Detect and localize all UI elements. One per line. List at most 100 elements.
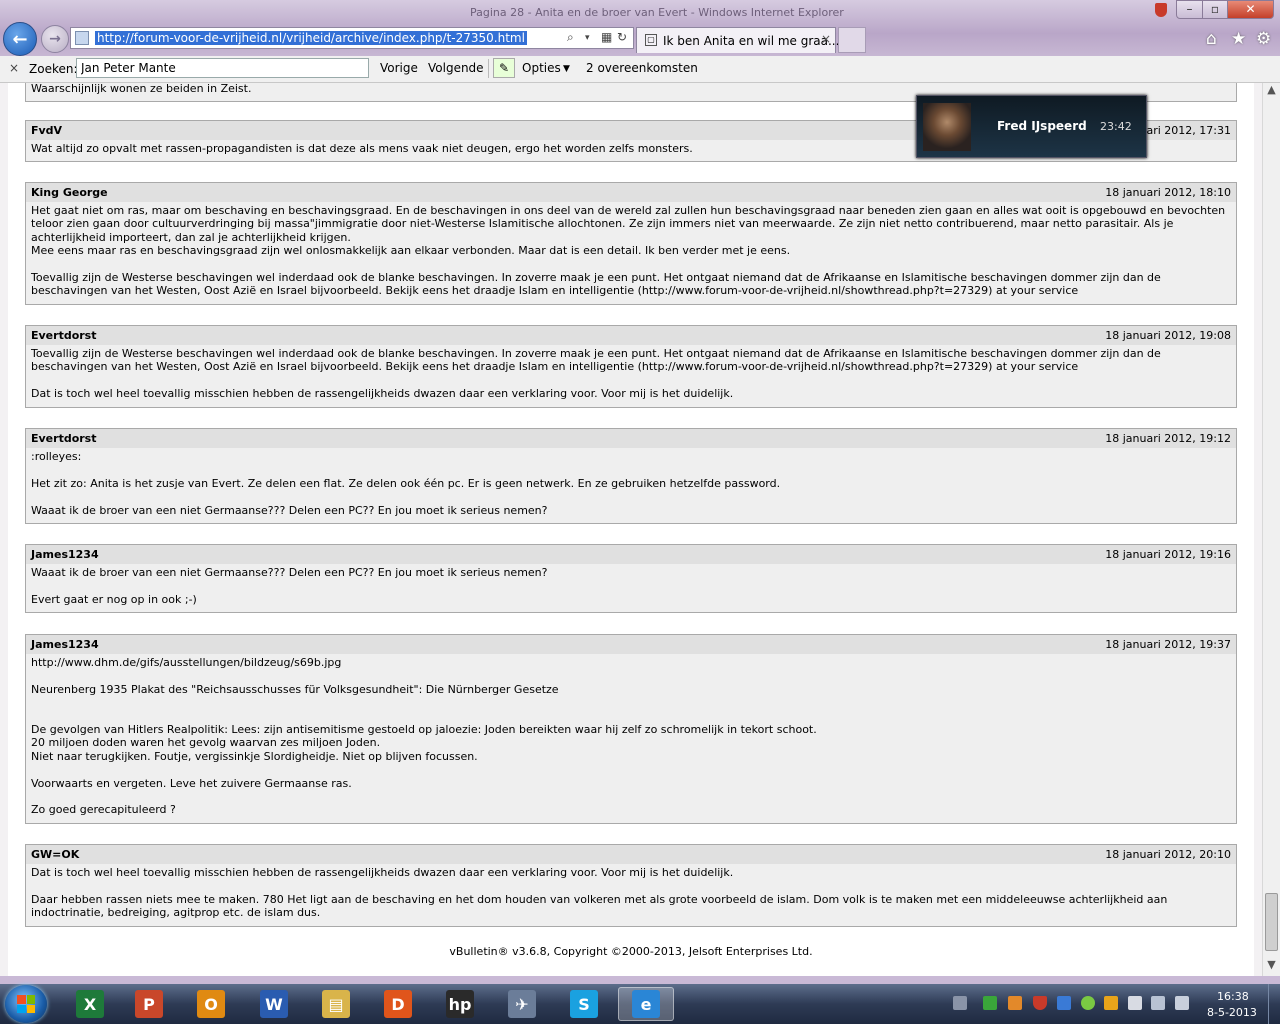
gear-icon[interactable]: ⚙: [1256, 29, 1271, 49]
tab-favicon-icon: ▢: [645, 34, 657, 46]
archive-page: Waarschijnlijk wonen ze beiden in Zeist.…: [8, 83, 1254, 976]
arrow-left-icon: ←: [12, 28, 28, 50]
favorites-star-icon[interactable]: ★: [1231, 29, 1246, 49]
tab-close-icon[interactable]: ×: [821, 32, 831, 46]
post-text-line: De gevolgen van Hitlers Realpolitik: Lee…: [31, 722, 817, 736]
taskbar-app-excel[interactable]: X: [62, 987, 118, 1021]
post-text-line: indoctrinatie, bedreiging, agitprop etc.…: [31, 906, 321, 920]
skype-notification[interactable]: Fred IJspeerd 23:42: [916, 95, 1147, 158]
minimize-button[interactable]: –: [1176, 0, 1203, 19]
windows-logo-icon: [17, 995, 35, 1013]
back-button[interactable]: ←: [3, 22, 37, 56]
tray-app-icon[interactable]: [1008, 996, 1022, 1010]
clock-date[interactable]: 8-5-2013: [1207, 1006, 1257, 1019]
post-date: 18 januari 2012, 19:08: [1105, 329, 1231, 342]
post-header: Evertdorst 18 januari 2012, 19:12: [26, 429, 1236, 448]
notification-time: 23:42: [1100, 120, 1132, 133]
forum-post: King George 18 januari 2012, 18:10 Het gaa…: [25, 182, 1237, 305]
find-next-button[interactable]: Volgende: [428, 61, 484, 75]
post-text-line: Waaat ik de broer van een niet Germaanse…: [31, 503, 548, 517]
taskbar-app-outlook[interactable]: O: [183, 987, 239, 1021]
post-text: Waarschijnlijk wonen ze beiden in Zeist.: [31, 83, 252, 95]
scroll-up-icon[interactable]: ▲: [1263, 83, 1280, 101]
taskbar-app-network[interactable]: ✈: [494, 987, 550, 1021]
post-text-line: teloor zien gaan door cultuurverdringing…: [31, 217, 1174, 231]
compatibility-icon[interactable]: ▦: [601, 30, 612, 44]
post-text-line: Toevallig zijn de Westerse beschavingen …: [31, 347, 1161, 360]
post-body: Waaat ik de broer van een niet Germaanse…: [26, 564, 1236, 612]
post-text-line: achterlijkheid importeert, dan zal je ac…: [31, 230, 351, 244]
flag-icon[interactable]: [1128, 996, 1142, 1010]
footer-copyright: vBulletin® v3.6.8, Copyright ©2000-2013,…: [449, 945, 813, 958]
search-icon[interactable]: ⌕: [567, 30, 574, 45]
keyboard-icon[interactable]: [953, 996, 967, 1010]
find-input[interactable]: [76, 58, 369, 78]
forward-button[interactable]: →: [41, 25, 69, 53]
post-text-line: Het gaat niet om ras, maar om beschaving…: [31, 204, 1226, 217]
show-desktop-button[interactable]: [1268, 984, 1280, 1024]
post-text-line: :rolleyes:: [31, 450, 82, 463]
taskbar-app-d-app[interactable]: D: [370, 987, 426, 1021]
post-author: Evertdorst: [31, 432, 97, 445]
find-options-button[interactable]: Opties: [522, 61, 561, 75]
post-text-line: Niet naar terugkijken. Foutje, vergissin…: [31, 749, 478, 763]
taskbar-app-powerpoint[interactable]: P: [121, 987, 177, 1021]
scroll-down-icon[interactable]: ▼: [1263, 958, 1280, 976]
post-author: GW=OK: [31, 848, 80, 861]
taskbar-app-internet-explorer[interactable]: e: [618, 987, 674, 1021]
arrow-right-icon: →: [49, 31, 61, 47]
chevron-down-icon[interactable]: ▼: [563, 64, 570, 74]
tab-active[interactable]: ▢ Ik ben Anita en wil me graa... ×: [636, 27, 840, 53]
dropbox-icon[interactable]: [1057, 996, 1071, 1010]
taskbar-app-word[interactable]: W: [246, 987, 302, 1021]
scroll-thumb[interactable]: [1265, 893, 1278, 951]
chevron-down-icon[interactable]: ▾: [585, 33, 590, 43]
notification-name: Fred IJspeerd: [997, 119, 1087, 133]
taskbar-app-hp[interactable]: hp: [432, 987, 488, 1021]
find-separator: [488, 59, 489, 78]
post-author: James1234: [31, 638, 99, 651]
highlight-pencil-icon[interactable]: ✎: [493, 58, 515, 78]
find-previous-button[interactable]: Vorige: [380, 61, 418, 75]
home-icon[interactable]: ⌂: [1206, 29, 1217, 49]
start-button[interactable]: [5, 985, 47, 1023]
address-bar[interactable]: http://forum-voor-de-vrijheid.nl/vrijhei…: [70, 27, 634, 49]
find-close-icon[interactable]: ×: [9, 61, 19, 75]
post-text-line: Mee eens maar ras en beschavingsgraad zi…: [31, 244, 791, 258]
clock-time[interactable]: 16:38: [1217, 990, 1249, 1003]
close-window-button[interactable]: ✕: [1227, 0, 1274, 19]
network-icon[interactable]: [1151, 996, 1165, 1010]
post-text-line: Voorwaarts en vergeten. Leve het zuivere…: [31, 776, 352, 790]
post-author: King George: [31, 186, 108, 199]
vertical-scrollbar[interactable]: ▲ ▼: [1262, 83, 1280, 976]
taskbar-app-explorer[interactable]: ▤: [308, 987, 364, 1021]
shield-icon[interactable]: [1033, 996, 1047, 1010]
post-text-line: http://www.dhm.de/gifs/ausstellungen/bil…: [31, 656, 342, 669]
post-date: 18 januari 2012, 19:37: [1105, 638, 1231, 651]
new-tab-button[interactable]: [838, 27, 866, 53]
speaker-icon[interactable]: [1175, 996, 1189, 1010]
post-header: GW=OK 18 januari 2012, 20:10: [26, 845, 1236, 864]
refresh-icon[interactable]: ↻: [617, 30, 627, 44]
tray-app-icon[interactable]: [983, 996, 997, 1010]
word-icon: W: [260, 990, 288, 1018]
post-date: 18 januari 2012, 18:10: [1105, 186, 1231, 199]
maximize-button[interactable]: ▫: [1202, 0, 1228, 19]
post-body: Het gaat niet om ras, maar om beschaving…: [26, 202, 1236, 304]
internet-explorer-icon: e: [632, 990, 660, 1018]
post-date: 18 januari 2012, 19:12: [1105, 432, 1231, 445]
powerpoint-icon: P: [135, 990, 163, 1018]
checkmark-icon[interactable]: [1081, 996, 1095, 1010]
address-url[interactable]: http://forum-voor-de-vrijheid.nl/vrijhei…: [95, 31, 527, 45]
tab-title: Ik ben Anita en wil me graa...: [663, 34, 840, 48]
post-text-line: beschavingen van het Westen, Oost Azië e…: [31, 360, 1079, 374]
outlook-tray-icon[interactable]: [1104, 996, 1118, 1010]
taskbar-app-skype[interactable]: S: [556, 987, 612, 1021]
post-header: King George 18 januari 2012, 18:10: [26, 183, 1236, 202]
post-header: James1234 18 januari 2012, 19:16: [26, 545, 1236, 564]
post-date: 18 januari 2012, 19:16: [1105, 548, 1231, 561]
